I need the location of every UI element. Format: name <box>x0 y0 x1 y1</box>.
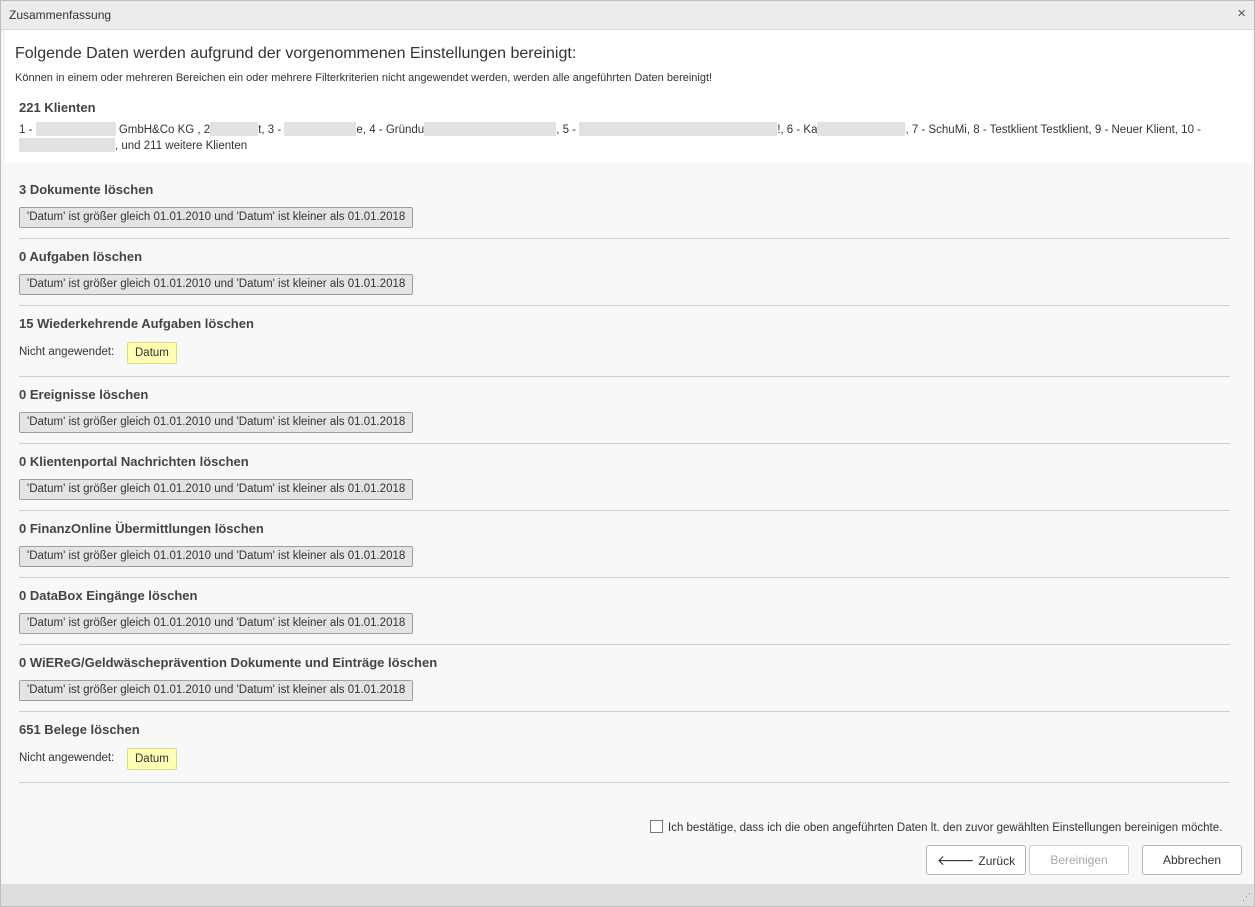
dialog-title: Zusammenfassung <box>9 8 112 22</box>
back-button-label: Zurück <box>978 854 1016 868</box>
redacted-text <box>35 122 116 136</box>
section-title: 0 Aufgaben löschen <box>19 249 143 264</box>
back-button[interactable]: 🡐 Zurück <box>926 845 1026 875</box>
clients-list-continued: , und 211 weitere Klienten <box>19 138 247 152</box>
redacted-text <box>284 122 357 136</box>
section-title: 3 Dokumente löschen <box>19 182 154 197</box>
dialog-content: Folgende Daten werden aufgrund der vorge… <box>5 30 1252 884</box>
section-title: 651 Belege löschen <box>19 722 140 737</box>
not-applied-chip: Datum <box>127 748 177 770</box>
section-title: 0 Ereignisse löschen <box>19 387 149 402</box>
confirm-checkbox[interactable] <box>650 820 663 833</box>
section-title: 15 Wiederkehrende Aufgaben löschen <box>19 316 254 331</box>
confirm-label: Ich bestätige, dass ich die oben angefüh… <box>668 822 1223 834</box>
section-klientenportal: 0 Klientenportal Nachrichten löschen 'Da… <box>19 454 1230 511</box>
arrow-left-icon: 🡐 <box>936 852 975 868</box>
section-wiederkehrende-aufgaben: 15 Wiederkehrende Aufgaben löschen Nicht… <box>19 316 1230 377</box>
client-text-8: , und 211 weitere Klienten <box>115 140 248 152</box>
filter-chip: 'Datum' ist größer gleich 01.01.2010 und… <box>19 680 414 701</box>
filter-chip: 'Datum' ist größer gleich 01.01.2010 und… <box>19 546 414 567</box>
status-strip: ⋰ <box>1 884 1254 906</box>
section-wiereg: 0 WiEReG/Geldwäscheprävention Dokumente … <box>19 655 1230 712</box>
clean-button[interactable]: Bereinigen <box>1029 845 1129 875</box>
summary-subheading: Können in einem oder mehreren Bereichen … <box>15 72 713 84</box>
filter-chip: 'Datum' ist größer gleich 01.01.2010 und… <box>19 479 414 500</box>
section-title: 0 Klientenportal Nachrichten löschen <box>19 454 249 469</box>
title-bar: Zusammenfassung × <box>1 1 1254 30</box>
client-text-3: t, 3 - <box>258 124 285 136</box>
dialog-window: Zusammenfassung × Folgende Daten werden … <box>0 0 1255 907</box>
filter-chip: 'Datum' ist größer gleich 01.01.2010 und… <box>19 412 414 433</box>
redacted-text <box>424 122 557 136</box>
section-title: 0 FinanzOnline Übermittlungen löschen <box>19 521 264 536</box>
summary-heading: Folgende Daten werden aufgrund der vorge… <box>15 45 577 62</box>
resize-grip-icon[interactable]: ⋰ <box>1242 892 1251 903</box>
redacted-text <box>817 122 906 136</box>
not-applied-label: Nicht angewendet: <box>19 346 115 358</box>
close-icon[interactable]: × <box>1237 5 1246 22</box>
section-belege: 651 Belege löschen Nicht angewendet: Dat… <box>19 722 1230 783</box>
filter-chip: 'Datum' ist größer gleich 01.01.2010 und… <box>19 613 414 634</box>
clients-title: 221 Klienten <box>19 100 96 115</box>
cancel-button[interactable]: Abbrechen <box>1142 845 1242 875</box>
client-text-4: e, 4 - Gründu <box>356 124 425 136</box>
redacted-text <box>19 138 115 152</box>
client-text-1: 1 - <box>19 124 36 136</box>
client-text-5: , 5 - <box>556 124 580 136</box>
client-text-7: , 7 - SchuMi, 8 - Testklient Testklient,… <box>905 124 1201 136</box>
clients-list: 1 - GmbH&Co KG , 2 t, 3 - e, 4 - Gründu , … <box>19 122 1201 136</box>
section-title: 0 DataBox Eingänge löschen <box>19 588 198 603</box>
section-dokumente: 3 Dokumente löschen 'Datum' ist größer g… <box>19 182 1230 239</box>
not-applied-chip: Datum <box>127 342 177 364</box>
client-text-2: GmbH&Co KG , 2 <box>115 124 211 136</box>
redacted-text <box>210 122 259 136</box>
section-title: 0 WiEReG/Geldwäscheprävention Dokumente … <box>19 655 438 670</box>
redacted-text <box>579 122 778 136</box>
section-aufgaben: 0 Aufgaben löschen 'Datum' ist größer gl… <box>19 249 1230 306</box>
filter-chip: 'Datum' ist größer gleich 01.01.2010 und… <box>19 207 414 228</box>
client-text-6: !, 6 - Ka <box>777 124 818 136</box>
confirm-row[interactable]: Ich bestätige, dass ich die oben angefüh… <box>650 820 1222 834</box>
section-ereignisse: 0 Ereignisse löschen 'Datum' ist größer … <box>19 387 1230 444</box>
section-finanzonline: 0 FinanzOnline Übermittlungen löschen 'D… <box>19 521 1230 578</box>
summary-header: Folgende Daten werden aufgrund der vorge… <box>5 30 1252 162</box>
section-databox: 0 DataBox Eingänge löschen 'Datum' ist g… <box>19 588 1230 645</box>
filter-chip: 'Datum' ist größer gleich 01.01.2010 und… <box>19 274 414 295</box>
not-applied-label: Nicht angewendet: <box>19 752 115 764</box>
